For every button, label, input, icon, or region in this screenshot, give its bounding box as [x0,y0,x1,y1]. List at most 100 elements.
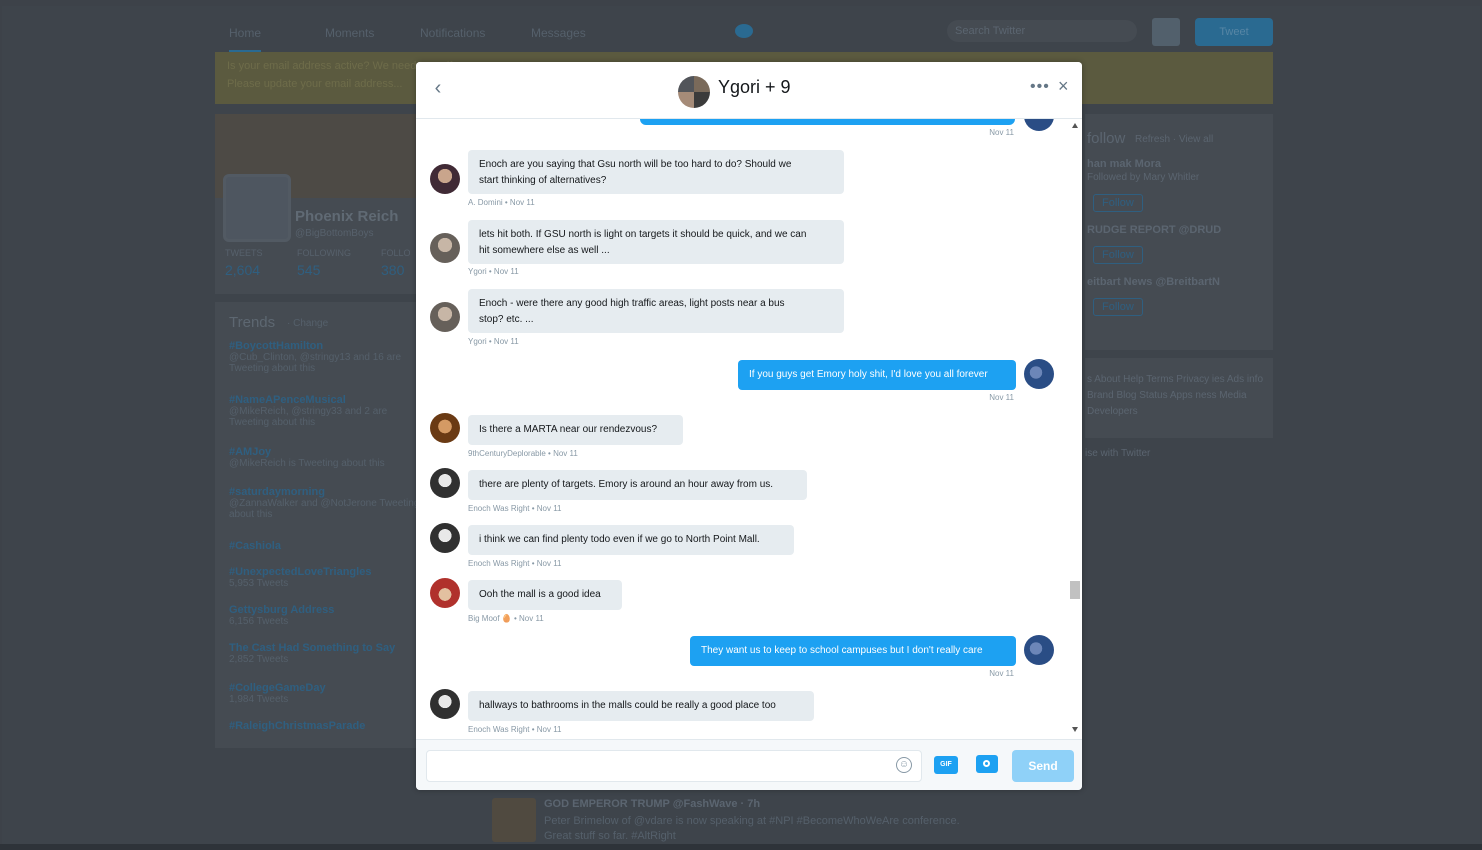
trend-item[interactable]: #NameAPenceMusical @MikeReich, @stringy33… [229,394,425,428]
message-text: lets hit both. If GSU north is light on … [479,229,807,240]
trend-item[interactable]: #AMJoy @MikeReich is Tweeting about this [229,446,385,469]
nav-home[interactable]: Home [229,26,262,53]
more-options-icon[interactable]: ••• [1030,78,1050,96]
trend-item[interactable]: #Cashiola [229,540,281,552]
nav-moments[interactable]: Moments [325,26,374,40]
trend-description: @Cub_Clinton, @stringy13 and 16 are Twee… [229,352,402,374]
footer-links-panel: s About Help Terms Privacy ies Ads info … [1085,358,1273,438]
avatar[interactable] [430,302,460,332]
trend-tag[interactable]: #CollegeGameDay [229,682,326,694]
alert-line-2[interactable]: Please update your email address... [227,78,403,90]
trends-panel: Trends · Change #BoycottHamilton @Cub_Cli… [215,302,425,748]
message-meta: Ygori • Nov 11 [468,337,519,346]
following-count[interactable]: 545 [297,262,320,278]
conversation-title[interactable]: Ygori + 9 [718,77,791,98]
avatar[interactable] [1024,635,1054,665]
refresh-link[interactable]: Refresh · View all [1135,134,1213,145]
trend-tag[interactable]: #saturdaymorning [229,486,425,498]
suggestion-name[interactable]: RUDGE REPORT @DRUD [1087,224,1221,236]
message-input[interactable] [426,750,922,782]
message-text: there are plenty of targets. Emory is ar… [479,479,774,490]
suggestion-sub: Followed by Mary Whitler [1087,172,1200,183]
message-meta: Nov 11 [989,669,1014,678]
trend-tag[interactable]: Gettysburg Address [229,604,334,616]
trends-title: Trends [229,314,276,331]
trend-tag[interactable]: #AMJoy [229,446,385,458]
received-message-bubble: Ooh the mall is a good idea [468,580,622,610]
send-button[interactable]: Send [1012,750,1074,782]
avatar[interactable] [492,798,536,842]
avatar[interactable] [430,413,460,443]
received-message-bubble: lets hit both. If GSU north is light on … [468,220,844,264]
follow-button[interactable]: Follow [1093,194,1143,212]
scrollbar-thumb[interactable] [1070,581,1080,599]
avatar[interactable] [1152,18,1180,46]
message-meta: Enoch Was Right • Nov 11 [468,504,562,513]
message-meta: A. Domini • Nov 11 [468,198,535,207]
camera-icon[interactable] [976,755,998,773]
trend-tag[interactable]: #UnexpectedLoveTriangles [229,566,371,578]
followers-count[interactable]: 380 [381,262,404,278]
trend-item[interactable]: #saturdaymorning @ZannaWalker and @NotJer… [229,486,425,520]
suggestion-name[interactable]: han mak Mora [1087,158,1161,170]
profile-avatar[interactable] [223,174,291,242]
group-avatar[interactable] [678,76,710,108]
trend-item[interactable]: Gettysburg Address 6,156 Tweets [229,604,334,627]
message-text: hit somewhere else as well ... [479,245,610,256]
avatar[interactable] [430,164,460,194]
avatar[interactable] [1024,359,1054,389]
followers-label: FOLLO [381,248,411,258]
message-text: Ooh the mall is a good idea [479,589,601,600]
advertise-link[interactable]: ise with Twitter [1085,448,1150,459]
tweet-button[interactable]: Tweet [1195,18,1273,46]
received-message-bubble: Enoch - were there any good high traffic… [468,289,844,333]
search-input[interactable]: Search Twitter [947,20,1137,42]
emoji-icon[interactable]: ☺ [896,757,912,773]
trend-tag[interactable]: #NameAPenceMusical [229,394,425,406]
message-text: Is there a MARTA near our rendezvous? [479,424,658,435]
follow-button[interactable]: Follow [1093,298,1143,316]
back-arrow-icon[interactable]: ‹ [428,78,448,98]
message-meta: Nov 11 [989,128,1014,137]
trend-tag[interactable]: The Cast Had Something to Say [229,642,395,654]
suggestion-name[interactable]: eitbart News @BreitbartN [1087,276,1220,288]
message-meta: Enoch Was Right • Nov 11 [468,725,562,734]
scroll-up-arrow-icon[interactable] [1072,123,1078,128]
received-message-bubble: i think we can find plenty todo even if … [468,525,794,555]
tweets-label: TWEETS [225,248,263,258]
trend-tag[interactable]: #RaleighChristmasParade [229,720,365,732]
trend-item[interactable]: The Cast Had Something to Say 2,852 Tweet… [229,642,395,665]
profile-name[interactable]: Phoenix Reich [295,208,398,225]
avatar[interactable] [430,468,460,498]
profile-card: Phoenix Reich @BigBottomBoys TWEETS 2,60… [215,114,425,294]
trend-item[interactable]: #UnexpectedLoveTriangles 5,953 Tweets [229,566,371,589]
message-text: If you guys get Emory holy shit, I'd lov… [749,369,988,380]
nav-messages[interactable]: Messages [531,26,586,40]
scroll-down-arrow-icon[interactable] [1072,727,1078,732]
trends-change-link[interactable]: · Change [287,318,328,329]
trend-tag[interactable]: #Cashiola [229,540,281,552]
message-text: Enoch - were there any good high traffic… [479,298,785,309]
trend-item[interactable]: #CollegeGameDay 1,984 Tweets [229,682,326,705]
close-icon[interactable]: × [1058,76,1069,97]
avatar[interactable] [1024,119,1054,131]
gif-button[interactable]: GIF [934,756,958,774]
message-thread[interactable]: Nov 11 Enoch are you saying that Gsu nor… [416,119,1082,739]
avatar[interactable] [430,233,460,263]
camera-lens [983,760,990,767]
top-navigation: Home Moments Notifications Messages Sear… [215,14,1273,53]
scrollbar[interactable] [1068,119,1080,739]
tweets-count[interactable]: 2,604 [225,262,260,278]
avatar[interactable] [430,578,460,608]
footer-links[interactable]: s About Help Terms Privacy ies Ads info … [1087,372,1267,420]
follow-button[interactable]: Follow [1093,246,1143,264]
trend-item[interactable]: #BoycottHamilton @Cub_Clinton, @stringy13… [229,340,425,374]
received-message-bubble: Enoch are you saying that Gsu north will… [468,150,844,194]
tweet-author[interactable]: GOD EMPEROR TRUMP @FashWave · 7h [544,798,760,810]
message-text: i think we can find plenty todo even if … [479,534,760,545]
trend-item[interactable]: #RaleighChristmasParade [229,720,365,732]
nav-notifications[interactable]: Notifications [420,26,485,40]
avatar[interactable] [430,523,460,553]
avatar[interactable] [430,689,460,719]
trend-tag[interactable]: #BoycottHamilton [229,340,425,352]
